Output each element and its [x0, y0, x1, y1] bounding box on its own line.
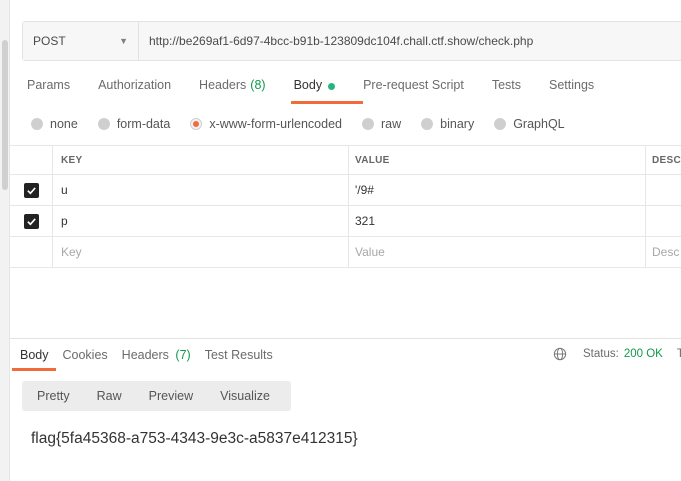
- tab-headers-count: (8): [250, 78, 266, 92]
- tab-params[interactable]: Params: [27, 78, 70, 102]
- tab-pre-request-script[interactable]: Pre-request Script: [363, 78, 464, 102]
- response-body-text: flag{5fa45368-a753-4343-9e3c-a5837e41231…: [31, 430, 358, 447]
- method-select[interactable]: POST ▼: [23, 22, 139, 60]
- row-check-cell: [10, 206, 53, 236]
- radio-none[interactable]: none: [31, 117, 78, 131]
- radio-binary-label: binary: [440, 117, 475, 131]
- left-scrollbar[interactable]: [0, 0, 10, 481]
- table-row: p 321: [10, 206, 681, 237]
- radio-raw-label: raw: [381, 117, 402, 131]
- tab-tests-label: Tests: [491, 78, 521, 92]
- row-checkbox[interactable]: [23, 182, 39, 198]
- view-pretty-button[interactable]: Pretty: [37, 389, 70, 403]
- tab-settings[interactable]: Settings: [549, 78, 594, 102]
- response-tab-cookies-label: Cookies: [62, 348, 108, 362]
- header-check-cell: [10, 146, 53, 174]
- body-type-radios: none form-data x-www-form-urlencoded raw…: [31, 117, 585, 131]
- response-body-tab-underline: [12, 368, 56, 371]
- response-tab-test-results-label: Test Results: [204, 348, 273, 362]
- radio-none-label: none: [50, 117, 78, 131]
- radio-none-circle: [31, 118, 43, 130]
- response-tab-headers-count: (7): [175, 348, 191, 362]
- globe-icon[interactable]: [553, 347, 567, 361]
- url-input[interactable]: http://be269af1-6d97-4bcc-b91b-123809dc1…: [139, 22, 681, 60]
- tab-settings-label: Settings: [549, 78, 595, 92]
- response-status: Status: 200 OK T: [553, 347, 681, 361]
- table-row-empty: Key Value Desc: [10, 237, 681, 268]
- response-view-modes: Pretty Raw Preview Visualize: [22, 381, 291, 411]
- radio-x-www-form-urlencoded[interactable]: x-www-form-urlencoded: [190, 117, 342, 131]
- request-bar: POST ▼ http://be269af1-6d97-4bcc-b91b-12…: [22, 21, 681, 61]
- tab-headers[interactable]: Headers (8): [199, 78, 266, 102]
- tab-authorization-label: Authorization: [98, 78, 172, 92]
- radio-urlencoded-circle: [190, 118, 203, 130]
- row-key-input[interactable]: p: [53, 206, 349, 236]
- table-header-row: KEY VALUE DESCR: [10, 145, 681, 175]
- response-tabs: Body Cookies Headers (7) Test Results: [20, 348, 287, 362]
- tab-tests[interactable]: Tests: [492, 78, 521, 102]
- column-header-value: VALUE: [349, 146, 646, 174]
- radio-urlencoded-label: x-www-form-urlencoded: [209, 117, 342, 131]
- tab-body[interactable]: Body: [294, 78, 336, 102]
- body-params-table: KEY VALUE DESCR u '/9# p 321: [10, 145, 681, 268]
- status-label: Status:: [583, 348, 619, 360]
- response-tab-cookies[interactable]: Cookies: [63, 348, 108, 362]
- column-header-key: KEY: [53, 146, 349, 174]
- row-description-input[interactable]: [646, 206, 681, 236]
- radio-raw[interactable]: raw: [362, 117, 401, 131]
- row-value-input[interactable]: '/9#: [349, 175, 646, 205]
- row-check-cell: [10, 175, 53, 205]
- row-value-input[interactable]: 321: [349, 206, 646, 236]
- response-divider[interactable]: [10, 338, 681, 339]
- tab-headers-label: Headers: [199, 78, 247, 92]
- view-preview-button[interactable]: Preview: [149, 389, 193, 403]
- table-row: u '/9#: [10, 175, 681, 206]
- response-tab-headers-label: Headers: [121, 348, 169, 362]
- response-tab-body-label: Body: [20, 348, 49, 362]
- radio-graphql-label: GraphQL: [513, 117, 565, 131]
- view-visualize-button[interactable]: Visualize: [220, 389, 270, 403]
- tab-body-label: Body: [293, 78, 323, 92]
- radio-form-data-label: form-data: [116, 117, 171, 131]
- body-tab-underline: [291, 101, 363, 104]
- check-icon: [26, 217, 36, 225]
- new-description-input[interactable]: Desc: [646, 237, 681, 267]
- row-key-input[interactable]: u: [53, 175, 349, 205]
- radio-graphql[interactable]: GraphQL: [494, 117, 565, 131]
- radio-binary-circle: [421, 118, 434, 130]
- new-value-input[interactable]: Value: [349, 237, 646, 267]
- row-checkbox[interactable]: [23, 213, 39, 229]
- method-label: POST: [33, 34, 66, 48]
- column-header-description: DESCR: [652, 154, 681, 166]
- body-indicator-dot: [328, 83, 336, 90]
- status-value[interactable]: 200 OK: [624, 348, 663, 360]
- tab-pre-request-label: Pre-request Script: [363, 78, 464, 92]
- radio-form-data-circle: [97, 118, 110, 130]
- view-raw-button[interactable]: Raw: [97, 389, 122, 403]
- new-key-input[interactable]: Key: [53, 237, 349, 267]
- tab-params-label: Params: [27, 78, 71, 92]
- check-icon: [26, 186, 36, 194]
- status-trailing-text: T: [676, 348, 681, 360]
- response-tab-headers[interactable]: Headers (7): [122, 348, 191, 362]
- radio-form-data[interactable]: form-data: [97, 117, 171, 131]
- radio-binary[interactable]: binary: [421, 117, 474, 131]
- postman-window: POST ▼ http://be269af1-6d97-4bcc-b91b-12…: [0, 0, 681, 481]
- left-scrollbar-thumb[interactable]: [2, 40, 8, 190]
- row-description-input[interactable]: [646, 175, 681, 205]
- row-check-cell: [10, 237, 53, 267]
- tab-authorization[interactable]: Authorization: [98, 78, 171, 102]
- chevron-down-icon: ▼: [119, 36, 128, 46]
- response-tab-test-results[interactable]: Test Results: [205, 348, 273, 362]
- response-tab-body[interactable]: Body: [20, 348, 49, 362]
- radio-raw-circle: [362, 118, 374, 130]
- radio-graphql-circle: [494, 118, 507, 130]
